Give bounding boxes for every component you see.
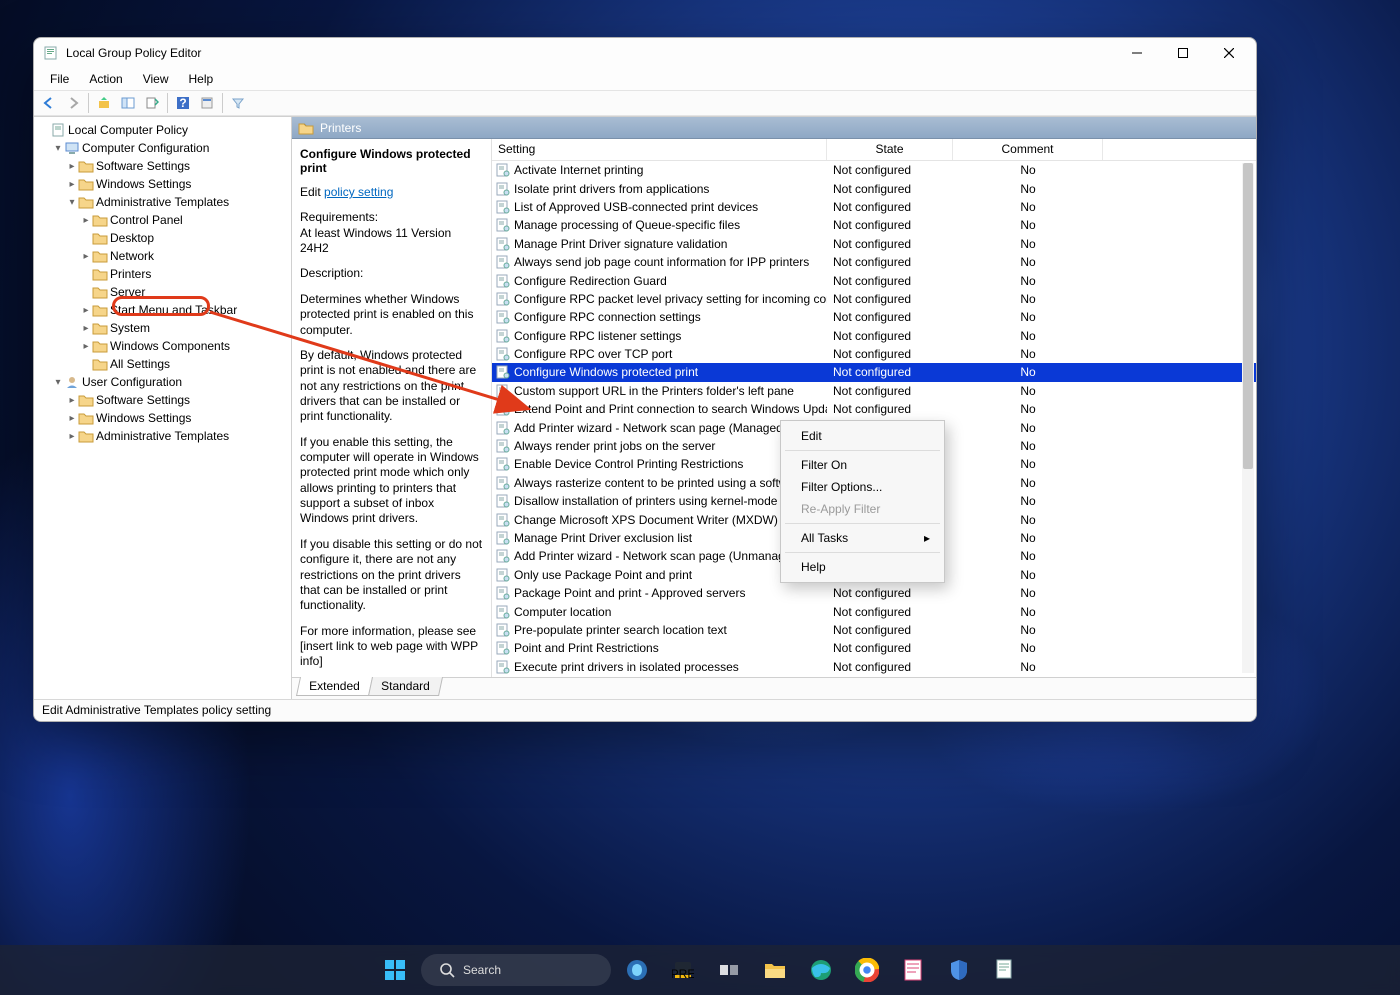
tree-adm-all-settings[interactable]: All Settings xyxy=(38,355,291,373)
statusbar: Edit Administrative Templates policy set… xyxy=(34,699,1256,721)
minimize-button[interactable] xyxy=(1114,38,1160,68)
list-row[interactable]: Extend Point and Print connection to sea… xyxy=(492,400,1256,418)
task-view-icon[interactable] xyxy=(709,950,749,990)
list-row[interactable]: Activate Internet printingNot configured… xyxy=(492,161,1256,179)
window-title: Local Group Policy Editor xyxy=(66,46,201,60)
list-row[interactable]: Configure Redirection GuardNot configure… xyxy=(492,271,1256,289)
policy-title: Configure Windows protected print xyxy=(300,147,483,175)
content-pane: Printers Configure Windows protected pri… xyxy=(292,117,1256,699)
list-row[interactable]: Manage Print Driver signature validation… xyxy=(492,235,1256,253)
svg-text:PRE: PRE xyxy=(672,967,694,981)
list-row[interactable]: Configure Windows protected printNot con… xyxy=(492,363,1256,381)
list-row[interactable]: List of Approved USB-connected print dev… xyxy=(492,198,1256,216)
menu-view[interactable]: View xyxy=(133,69,179,89)
toolbar: ? xyxy=(34,90,1256,116)
help-button[interactable]: ? xyxy=(172,92,194,114)
context-menu: Edit Filter OnFilter Options...Re-Apply F… xyxy=(780,420,945,583)
col-setting[interactable]: Setting xyxy=(492,139,827,160)
col-comment[interactable]: Comment xyxy=(953,139,1103,160)
tree-software-settings[interactable]: ▸Software Settings xyxy=(38,157,291,175)
edge-icon[interactable] xyxy=(801,950,841,990)
ctx-help[interactable]: Help xyxy=(781,556,944,578)
copilot-icon[interactable] xyxy=(617,950,657,990)
scrollbar[interactable] xyxy=(1242,163,1254,673)
notepad-icon[interactable] xyxy=(893,950,933,990)
explorer-preview-icon[interactable]: PRE xyxy=(663,950,703,990)
list-row[interactable]: Package Point and print - Approved serve… xyxy=(492,584,1256,602)
tab-standard[interactable]: Standard xyxy=(368,677,443,696)
content-title: Printers xyxy=(320,121,361,135)
tree-adm-system[interactable]: ▸System xyxy=(38,319,291,337)
scrollbar-thumb[interactable] xyxy=(1243,163,1253,469)
gpedit-taskbar-icon[interactable] xyxy=(985,950,1025,990)
up-level-button[interactable] xyxy=(93,92,115,114)
menu-action[interactable]: Action xyxy=(79,69,132,89)
list-row[interactable]: Isolate print drivers from applicationsN… xyxy=(492,179,1256,197)
list-row[interactable]: Pre-populate printer search location tex… xyxy=(492,621,1256,639)
security-icon[interactable] xyxy=(939,950,979,990)
list-row[interactable]: Execute print drivers in isolated proces… xyxy=(492,658,1256,676)
titlebar[interactable]: Local Group Policy Editor xyxy=(34,38,1256,68)
ctx-all-tasks[interactable]: All Tasks▸ xyxy=(781,527,944,549)
list-row[interactable]: Custom support URL in the Printers folde… xyxy=(492,382,1256,400)
list-row[interactable]: Configure RPC listener settingsNot confi… xyxy=(492,327,1256,345)
tree-adm-network[interactable]: ▸Network xyxy=(38,247,291,265)
list-row[interactable]: Computer locationNot configuredNo xyxy=(492,602,1256,620)
maximize-button[interactable] xyxy=(1160,38,1206,68)
tree-uc-windows[interactable]: ▸Windows Settings xyxy=(38,409,291,427)
annotation-oval-printers xyxy=(112,296,210,316)
tree-user-config[interactable]: ▾User Configuration xyxy=(38,373,291,391)
properties-button[interactable] xyxy=(196,92,218,114)
forward-button[interactable] xyxy=(62,92,84,114)
col-state[interactable]: State xyxy=(827,139,953,160)
close-button[interactable] xyxy=(1206,38,1252,68)
export-list-button[interactable] xyxy=(141,92,163,114)
show-hide-tree-button[interactable] xyxy=(117,92,139,114)
tree-uc-admtpl[interactable]: ▸Administrative Templates xyxy=(38,427,291,445)
svg-text:?: ? xyxy=(179,96,186,110)
taskbar[interactable]: Search PRE xyxy=(0,945,1400,995)
tree-root-policy[interactable]: Local Computer Policy xyxy=(38,121,291,139)
menu-help[interactable]: Help xyxy=(179,69,224,89)
settings-list[interactable]: Setting State Comment Activate Internet … xyxy=(492,139,1256,677)
back-button[interactable] xyxy=(38,92,60,114)
ctx-filter-on[interactable]: Filter On xyxy=(781,454,944,476)
tree-uc-software[interactable]: ▸Software Settings xyxy=(38,391,291,409)
list-row[interactable]: Always send job page count information f… xyxy=(492,253,1256,271)
edit-policy-link[interactable]: policy setting xyxy=(324,185,393,199)
tree-adm-windows-components[interactable]: ▸Windows Components xyxy=(38,337,291,355)
app-icon xyxy=(44,45,60,61)
tree-adm-desktop[interactable]: Desktop xyxy=(38,229,291,247)
start-button[interactable] xyxy=(375,950,415,990)
menubar: File Action View Help xyxy=(34,68,1256,90)
list-row[interactable]: Point and Print RestrictionsNot configur… xyxy=(492,639,1256,657)
ctx-re-apply-filter: Re-Apply Filter xyxy=(781,498,944,520)
list-header[interactable]: Setting State Comment xyxy=(492,139,1256,161)
description-pane: Configure Windows protected print Edit p… xyxy=(292,139,492,677)
tree-admin-templates[interactable]: ▾Administrative Templates xyxy=(38,193,291,211)
taskbar-search[interactable]: Search xyxy=(421,954,611,986)
tree-windows-settings[interactable]: ▸Windows Settings xyxy=(38,175,291,193)
folder-icon xyxy=(298,121,314,135)
gpedit-window: Local Group Policy Editor File Action Vi… xyxy=(33,37,1257,722)
file-explorer-icon[interactable] xyxy=(755,950,795,990)
tree-adm-control-panel[interactable]: ▸Control Panel xyxy=(38,211,291,229)
search-icon xyxy=(439,962,455,978)
ctx-filter-options-[interactable]: Filter Options... xyxy=(781,476,944,498)
tree-pane[interactable]: Local Computer Policy▾Computer Configura… xyxy=(34,117,292,699)
chrome-icon[interactable] xyxy=(847,950,887,990)
list-row[interactable]: Manage processing of Queue-specific file… xyxy=(492,216,1256,234)
content-header: Printers xyxy=(292,117,1256,139)
tree-computer-config[interactable]: ▾Computer Configuration xyxy=(38,139,291,157)
ctx-edit[interactable]: Edit xyxy=(781,425,944,447)
tab-extended[interactable]: Extended xyxy=(296,677,373,696)
list-row[interactable]: Configure RPC connection settingsNot con… xyxy=(492,308,1256,326)
menu-file[interactable]: File xyxy=(40,69,79,89)
tree-adm-printers[interactable]: Printers xyxy=(38,265,291,283)
list-row[interactable]: Configure RPC packet level privacy setti… xyxy=(492,290,1256,308)
tabs: Extended Standard xyxy=(292,677,1256,699)
filter-button[interactable] xyxy=(227,92,249,114)
list-row[interactable]: Configure RPC over TCP portNot configure… xyxy=(492,345,1256,363)
